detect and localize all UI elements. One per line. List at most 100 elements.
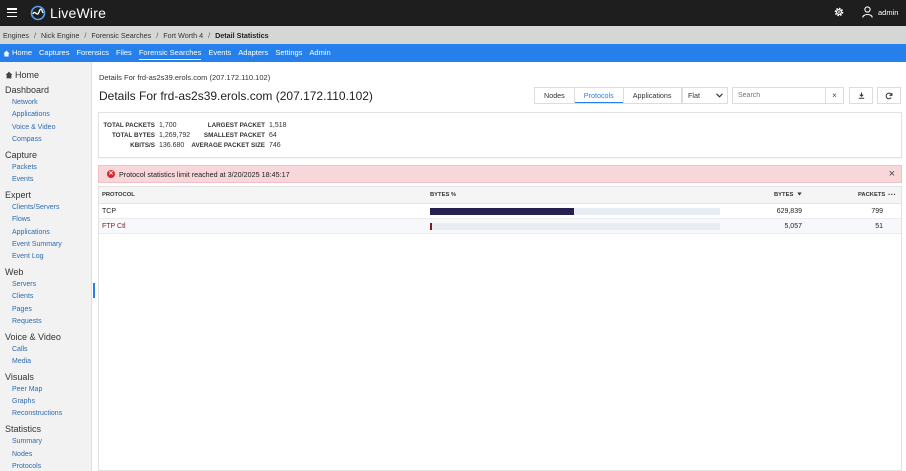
cell-packets: 799: [871, 208, 883, 215]
sidebar-section-dashboard: Dashboard: [5, 85, 50, 95]
col-packets[interactable]: PACKETS: [858, 192, 885, 198]
error-icon: ✕: [107, 170, 115, 178]
sidebar-home[interactable]: Home: [5, 70, 39, 80]
sidebar-item-compass[interactable]: Compass: [12, 136, 42, 143]
user-icon[interactable]: [862, 6, 873, 18]
nav-forensics[interactable]: Forensics: [76, 44, 109, 62]
sidebar-item-events[interactable]: Events: [12, 176, 33, 183]
breadcrumb-forensic-searches[interactable]: Forensic Searches: [91, 31, 151, 40]
download-button[interactable]: [849, 87, 873, 104]
sidebar-item-summary[interactable]: Summary: [12, 438, 42, 445]
sidebar-item-calls[interactable]: Calls: [12, 346, 28, 353]
sort-desc-icon: [797, 192, 802, 196]
total-packets-value: 1,700: [159, 121, 177, 129]
sidebar-item-peer-map[interactable]: Peer Map: [12, 386, 42, 393]
view-mode-select[interactable]: Flat: [682, 87, 728, 104]
main-nav: Home Captures Forensics Files Forensic S…: [0, 44, 906, 62]
chevron-down-icon: [716, 93, 723, 98]
sidebar-section-web: Web: [5, 267, 24, 277]
user-name[interactable]: admin: [878, 8, 898, 17]
app-logo[interactable]: LiveWire: [30, 4, 106, 22]
breadcrumb: Engines / Nick Engine / Forensic Searches /…: [0, 26, 906, 44]
nav-events[interactable]: Events: [208, 44, 231, 62]
sidebar-item-voice-video[interactable]: Voice & Video: [12, 124, 55, 131]
sidebar-item-graphs[interactable]: Graphs: [12, 398, 35, 405]
cell-protocol[interactable]: FTP Ctl: [102, 223, 126, 230]
sidebar-item-protocols[interactable]: Protocols: [12, 463, 41, 470]
total-bytes-label: TOTAL BYTES: [111, 132, 155, 139]
total-packets-label: TOTAL PACKETS: [103, 122, 155, 129]
col-bytes[interactable]: BYTES: [774, 192, 802, 198]
sidebar-item-event-summary[interactable]: Event Summary: [12, 241, 62, 248]
refresh-button[interactable]: [877, 87, 901, 104]
nav-captures[interactable]: Captures: [39, 44, 69, 62]
sidebar-section-capture: Capture: [5, 150, 38, 160]
sidebar-item-reconstructions[interactable]: Reconstructions: [12, 410, 62, 417]
sidebar-section-expert: Expert: [5, 190, 32, 200]
nav-files[interactable]: Files: [116, 44, 132, 62]
sidebar-section-voice-video: Voice & Video: [5, 332, 61, 342]
sidebar-item-event-log[interactable]: Event Log: [12, 253, 44, 260]
sidebar: Home Dashboard Network Applications Voic…: [0, 62, 92, 471]
sidebar-section-visuals: Visuals: [5, 372, 34, 382]
hamburger-icon[interactable]: [7, 8, 17, 18]
download-icon: [858, 92, 864, 99]
nav-adapters[interactable]: Adapters: [238, 44, 268, 62]
nav-forensic-searches[interactable]: Forensic Searches: [138, 44, 201, 62]
view-tabs: Nodes Protocols Applications: [534, 87, 682, 104]
cell-protocol[interactable]: TCP: [102, 208, 116, 215]
kbits-value: 136.680: [159, 141, 185, 149]
sidebar-item-packets[interactable]: Packets: [12, 164, 37, 171]
top-bar: LiveWire admin: [0, 0, 906, 26]
sidebar-item-pages[interactable]: Pages: [12, 306, 32, 313]
nav-settings[interactable]: Settings: [275, 44, 302, 62]
nav-admin[interactable]: Admin: [309, 44, 330, 62]
sidebar-item-network[interactable]: Network: [12, 99, 38, 106]
breadcrumb-engines[interactable]: Engines: [3, 31, 29, 40]
breadcrumb-engine[interactable]: Nick Engine: [41, 31, 79, 40]
sidebar-item-clients-servers[interactable]: Clients/Servers: [12, 204, 59, 211]
tab-nodes[interactable]: Nodes: [535, 88, 575, 103]
sidebar-item-requests[interactable]: Requests: [12, 318, 42, 325]
sidebar-item-applications[interactable]: Applications: [12, 111, 50, 118]
col-bytes-pct[interactable]: BYTES %: [430, 192, 456, 198]
summary-stats-panel: TOTAL PACKETS 1,700 TOTAL BYTES 1,269,79…: [98, 112, 902, 158]
gear-icon[interactable]: [833, 6, 845, 18]
close-icon[interactable]: ×: [889, 169, 895, 180]
sidebar-item-clients[interactable]: Clients: [12, 293, 33, 300]
clear-search-button[interactable]: ×: [825, 88, 843, 103]
cell-bytes: 5,057: [784, 223, 802, 230]
sidebar-item-media[interactable]: Media: [12, 358, 31, 365]
cell-packets: 51: [875, 223, 883, 230]
avg-packet-size-label: AVERAGE PACKET SIZE: [191, 142, 265, 149]
breadcrumb-search[interactable]: Fort Worth 4: [163, 31, 203, 40]
column-options-button[interactable]: ···: [888, 190, 896, 199]
home-icon: [5, 71, 13, 79]
limit-alert: ✕ Protocol statistics limit reached at 3…: [98, 165, 902, 183]
view-mode-value: Flat: [688, 91, 700, 100]
home-icon: [3, 50, 10, 56]
smallest-packet-label: SMALLEST PACKET: [203, 132, 265, 139]
cell-bytes: 629,839: [776, 208, 802, 215]
nav-home-label: Home: [12, 48, 33, 57]
sidebar-item-servers[interactable]: Servers: [12, 281, 36, 288]
table-row[interactable]: TCP 629,839 799: [99, 204, 901, 219]
bytes-pct-bar-fill: [430, 208, 574, 215]
col-protocol[interactable]: PROTOCOL: [102, 192, 135, 198]
largest-packet-label: LARGEST PACKET: [207, 122, 265, 129]
search-input[interactable]: [733, 88, 823, 103]
bytes-pct-bar-fill: [430, 223, 432, 230]
sidebar-scrollbar[interactable]: [93, 283, 95, 298]
table-row[interactable]: FTP Ctl 5,057 51: [99, 219, 901, 234]
total-bytes-value: 1,269,792: [159, 131, 191, 139]
tab-protocols[interactable]: Protocols: [574, 88, 624, 103]
sidebar-item-nodes[interactable]: Nodes: [12, 451, 32, 458]
livewire-logo-icon: [30, 5, 46, 21]
page-title: Details For frd-as2s39.erols.com (207.17…: [99, 89, 373, 103]
sidebar-item-flows[interactable]: Flows: [12, 216, 30, 223]
alert-message: Protocol statistics limit reached at 3/2…: [119, 169, 290, 179]
sidebar-item-expert-applications[interactable]: Applications: [12, 229, 50, 236]
nav-home[interactable]: Home: [3, 44, 32, 62]
tab-applications[interactable]: Applications: [624, 88, 681, 103]
largest-packet-value: 1,518: [269, 121, 287, 129]
